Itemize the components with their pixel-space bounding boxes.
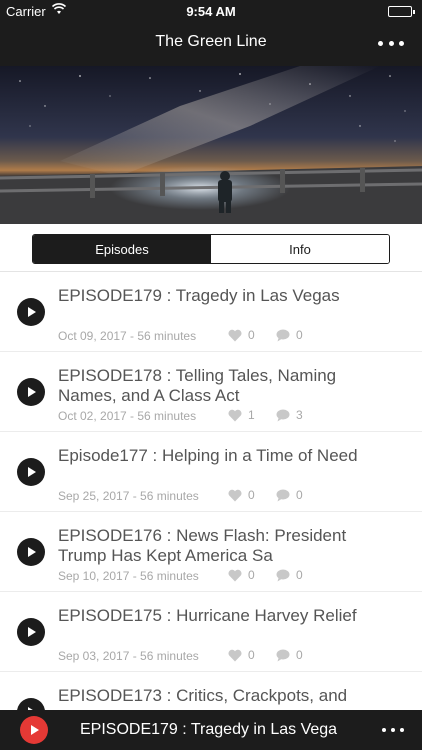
- like-button[interactable]: 0: [228, 328, 255, 342]
- play-icon: [28, 547, 36, 557]
- now-playing-title: EPISODE179 : Tragedy in Las Vega: [80, 721, 338, 738]
- play-icon: [28, 387, 36, 397]
- episode-title: EPISODE179 : Tragedy in Las Vegas: [58, 286, 340, 305]
- more-menu-icon[interactable]: [378, 32, 404, 54]
- episode-title: EPISODE175 : Hurricane Harvey Relief: [58, 606, 357, 625]
- battery-icon: [388, 6, 415, 17]
- comment-icon: [276, 489, 290, 501]
- list-item[interactable]: EPISODE176 : News Flash: President Trump…: [0, 512, 422, 592]
- like-count: 0: [248, 648, 255, 662]
- like-button[interactable]: 0: [228, 568, 255, 582]
- comment-count: 0: [296, 568, 303, 582]
- comment-button[interactable]: 0: [276, 648, 303, 662]
- page-title: The Green Line: [155, 33, 267, 50]
- episode-title: EPISODE176 : News Flash: President Trump…: [58, 526, 347, 565]
- play-icon: [28, 627, 36, 637]
- play-button[interactable]: [17, 378, 45, 406]
- heart-icon: [228, 649, 242, 661]
- episode-meta: Sep 10, 2017 - 56 minutes: [58, 569, 199, 583]
- comment-count: 3: [296, 408, 303, 422]
- heart-icon: [228, 489, 242, 501]
- like-button[interactable]: 0: [228, 488, 255, 502]
- mini-player-play-button[interactable]: [20, 716, 48, 744]
- episode-meta: Sep 03, 2017 - 56 minutes: [58, 649, 199, 663]
- play-button[interactable]: [17, 298, 45, 326]
- like-button[interactable]: 0: [228, 648, 255, 662]
- play-button[interactable]: [17, 618, 45, 646]
- comment-button[interactable]: 0: [276, 488, 303, 502]
- list-item[interactable]: EPISODE175 : Hurricane Harvey Relief Sep…: [0, 592, 422, 672]
- comment-button[interactable]: 0: [276, 328, 303, 342]
- episode-meta: Oct 02, 2017 - 56 minutes: [58, 409, 197, 423]
- comment-icon: [276, 649, 290, 661]
- comment-icon: [276, 409, 290, 421]
- more-menu-icon[interactable]: [382, 720, 404, 740]
- comment-button[interactable]: 3: [276, 408, 303, 422]
- episode-meta: Sep 25, 2017 - 56 minutes: [58, 489, 199, 503]
- tab-info[interactable]: Info: [211, 235, 389, 263]
- like-count: 1: [248, 408, 255, 422]
- episode-title: Episode177 : Helping in a Time of Need: [58, 446, 358, 465]
- episode-list: EPISODE179 : Tragedy in Las Vegas Oct 09…: [0, 272, 422, 750]
- comment-count: 0: [296, 328, 303, 342]
- comment-icon: [276, 329, 290, 341]
- nav-bar: The Green Line: [0, 22, 422, 66]
- like-count: 0: [248, 568, 255, 582]
- play-button[interactable]: [17, 538, 45, 566]
- list-item[interactable]: Episode177 : Helping in a Time of Need S…: [0, 432, 422, 512]
- comment-count: 0: [296, 488, 303, 502]
- heart-icon: [228, 569, 242, 581]
- play-icon: [28, 467, 36, 477]
- list-item[interactable]: EPISODE179 : Tragedy in Las Vegas Oct 09…: [0, 272, 422, 352]
- like-button[interactable]: 1: [228, 408, 255, 422]
- like-count: 0: [248, 328, 255, 342]
- status-bar: Carrier 9:54 AM: [0, 0, 422, 22]
- episodes-info-segmented-control: Episodes Info: [32, 234, 390, 264]
- heart-icon: [228, 329, 242, 341]
- play-button[interactable]: [17, 458, 45, 486]
- clock: 9:54 AM: [186, 4, 236, 19]
- episode-meta: Oct 09, 2017 - 56 minutes: [58, 329, 197, 343]
- tab-episodes[interactable]: Episodes: [33, 235, 211, 263]
- comment-button[interactable]: 0: [276, 568, 303, 582]
- episode-title: EPISODE178 : Telling Tales, Naming Names…: [58, 366, 337, 405]
- play-icon: [31, 725, 39, 735]
- list-item[interactable]: EPISODE178 : Telling Tales, Naming Names…: [0, 352, 422, 432]
- episode-title: EPISODE173 : Critics, Crackpots, and: [58, 686, 348, 705]
- podcast-cover-image: [0, 66, 422, 224]
- comment-count: 0: [296, 648, 303, 662]
- heart-icon: [228, 409, 242, 421]
- comment-icon: [276, 569, 290, 581]
- mini-player[interactable]: EPISODE179 : Tragedy in Las Vega: [0, 710, 422, 750]
- play-icon: [28, 307, 36, 317]
- like-count: 0: [248, 488, 255, 502]
